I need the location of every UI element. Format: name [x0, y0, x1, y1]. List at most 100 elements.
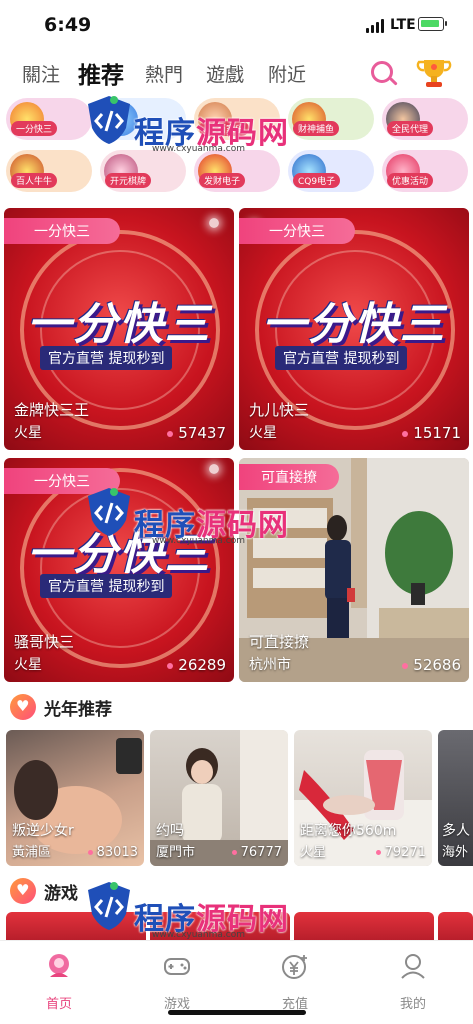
promo-headline: 一分快三 — [262, 299, 446, 350]
card-ribbon: 可直接撩 — [239, 464, 339, 490]
gamepad-icon — [164, 958, 190, 975]
game-chip[interactable]: 开元棋牌 — [100, 150, 186, 192]
promo-headline: 一分快三 — [27, 529, 211, 580]
game-card[interactable] — [294, 912, 434, 942]
game-chip[interactable]: 全民代理 — [382, 98, 468, 140]
game-chip-label: 全民代理 — [387, 121, 434, 136]
battery-icon — [418, 17, 447, 31]
promo-headline: 一分快三 — [27, 299, 211, 350]
viewer-dot-icon — [231, 850, 237, 855]
tab-label: 首页 — [45, 997, 72, 1012]
card-ribbon: 一分快三 — [4, 218, 120, 244]
viewer-dot-icon — [87, 850, 93, 855]
card-title: 九儿快三 — [249, 401, 310, 419]
game-card[interactable] — [438, 912, 473, 942]
status-time: 6:49 — [44, 14, 92, 36]
promo-subline: 官方直营 提现秒到 — [40, 346, 173, 370]
home-indicator — [168, 1010, 306, 1015]
viewer-dot-icon — [402, 430, 409, 437]
game-chip-label: AG百家乐 — [199, 121, 249, 136]
viewer-count: 15171 — [402, 424, 461, 442]
anchor-name: 多人 — [442, 823, 470, 839]
promo-subline: 官方直营 提现秒到 — [40, 574, 173, 598]
card-title: 金牌快三王 — [14, 401, 90, 419]
tab-label: 我的 — [399, 997, 426, 1012]
live-room-card[interactable]: 可直接撩 可直接撩 杭州市 52686 — [239, 458, 469, 682]
coin-icon — [282, 955, 307, 979]
game-chip[interactable]: 优惠活动 — [382, 150, 468, 192]
game-chip-label: CQ9电子 — [293, 173, 341, 188]
anchor-card[interactable]: 叛逆少女r 黃浦區 83013 — [6, 730, 144, 866]
card-location: 火星 — [249, 425, 277, 441]
heart-icon — [10, 694, 36, 720]
card-ribbon: 一分快三 — [239, 218, 355, 244]
card-title: 骚哥快三 — [14, 633, 75, 651]
game-chip[interactable] — [100, 98, 186, 140]
anchor-location: 厦門市 — [156, 845, 196, 860]
game-chip-grid: 一分快三 AG百家乐 财神捕鱼 全民代理 百人牛牛 开元棋牌 发财电子 CQ9电… — [6, 98, 468, 198]
card-location: 杭州市 — [249, 657, 291, 673]
game-chip-label: 发财电子 — [199, 173, 246, 188]
top-nav: 關注 推荐 熱門 遊戲 附近 — [0, 52, 473, 92]
game-chip-label: 一分快三 — [11, 121, 58, 136]
game-chip[interactable]: 财神捕鱼 — [288, 98, 374, 140]
section-title: 游戏 — [44, 883, 78, 904]
viewer-count: 79271 — [375, 845, 426, 860]
anchor-card[interactable]: 距离您你560m 火星 79271 — [294, 730, 432, 866]
game-chip[interactable]: 百人牛牛 — [6, 150, 92, 192]
game-chip[interactable]: AG百家乐 — [194, 98, 280, 140]
tab-home[interactable]: 首页 — [0, 947, 118, 1012]
tab-recharge[interactable]: 充值 — [236, 947, 354, 1012]
trophy-icon[interactable] — [416, 56, 452, 90]
game-chip[interactable]: CQ9电子 — [288, 150, 374, 192]
game-chip-label: 开元棋牌 — [105, 173, 152, 188]
live-room-card[interactable]: 一分快三 一分快三 官方直营 提现秒到 九儿快三 火星 15171 — [239, 208, 469, 450]
game-card[interactable] — [6, 912, 146, 942]
anchor-card[interactable]: 多人 海外 — [438, 730, 473, 866]
game-chip[interactable]: 一分快三 — [6, 98, 92, 140]
tab-me[interactable]: 我的 — [354, 947, 472, 1012]
viewer-count: 26289 — [167, 656, 226, 674]
sparkle — [209, 464, 219, 474]
viewer-dot-icon — [375, 850, 381, 855]
anchor-card[interactable]: 约吗 厦門市 76777 — [150, 730, 288, 866]
card-location: 火星 — [14, 657, 42, 673]
network-type: LTE — [390, 17, 416, 33]
game-thumb-icon — [104, 102, 138, 136]
tab-following[interactable]: 關注 — [22, 60, 60, 87]
tab-recommend[interactable]: 推荐 — [78, 56, 124, 90]
anchor-location: 火星 — [300, 845, 327, 860]
tab-hot[interactable]: 熱門 — [145, 60, 183, 87]
signal-icon — [366, 19, 386, 33]
card-title: 可直接撩 — [249, 633, 310, 651]
tab-games[interactable]: 遊戲 — [206, 60, 244, 87]
anchor-name: 距离您你560m — [300, 823, 397, 839]
card-location: 火星 — [14, 425, 42, 441]
live-room-card[interactable]: 一分快三 一分快三 官方直营 提现秒到 金牌快三王 火星 57437 — [4, 208, 234, 450]
anchor-location: 海外 — [442, 845, 469, 860]
anchor-name: 叛逆少女r — [12, 823, 74, 839]
tab-nearby[interactable]: 附近 — [268, 60, 306, 87]
section-title: 光年推荐 — [44, 699, 112, 720]
card-ribbon: 一分快三 — [4, 468, 120, 494]
section-header-games: 游戏 — [10, 878, 78, 904]
game-chip[interactable]: 发财电子 — [194, 150, 280, 192]
viewer-dot-icon — [402, 662, 409, 669]
home-icon — [49, 954, 69, 977]
anchor-name: 约吗 — [156, 823, 184, 839]
anchor-location: 黃浦區 — [12, 845, 52, 860]
viewer-count: 83013 — [87, 845, 138, 860]
viewer-count: 57437 — [167, 424, 226, 442]
live-room-card[interactable]: 一分快三 一分快三 官方直营 提现秒到 骚哥快三 火星 26289 — [4, 458, 234, 682]
game-card[interactable] — [150, 912, 290, 942]
status-bar: 6:49 LTE — [0, 0, 473, 50]
sparkle — [209, 218, 219, 228]
viewer-count: 52686 — [402, 656, 461, 674]
search-icon[interactable] — [368, 58, 400, 90]
viewer-dot-icon — [167, 662, 174, 669]
heart-icon — [10, 878, 36, 904]
tab-game[interactable]: 游戏 — [118, 947, 236, 1012]
promo-subline: 官方直营 提现秒到 — [275, 346, 408, 370]
game-chip-label: 百人牛牛 — [11, 173, 58, 188]
game-chip-label: 财神捕鱼 — [293, 121, 340, 136]
